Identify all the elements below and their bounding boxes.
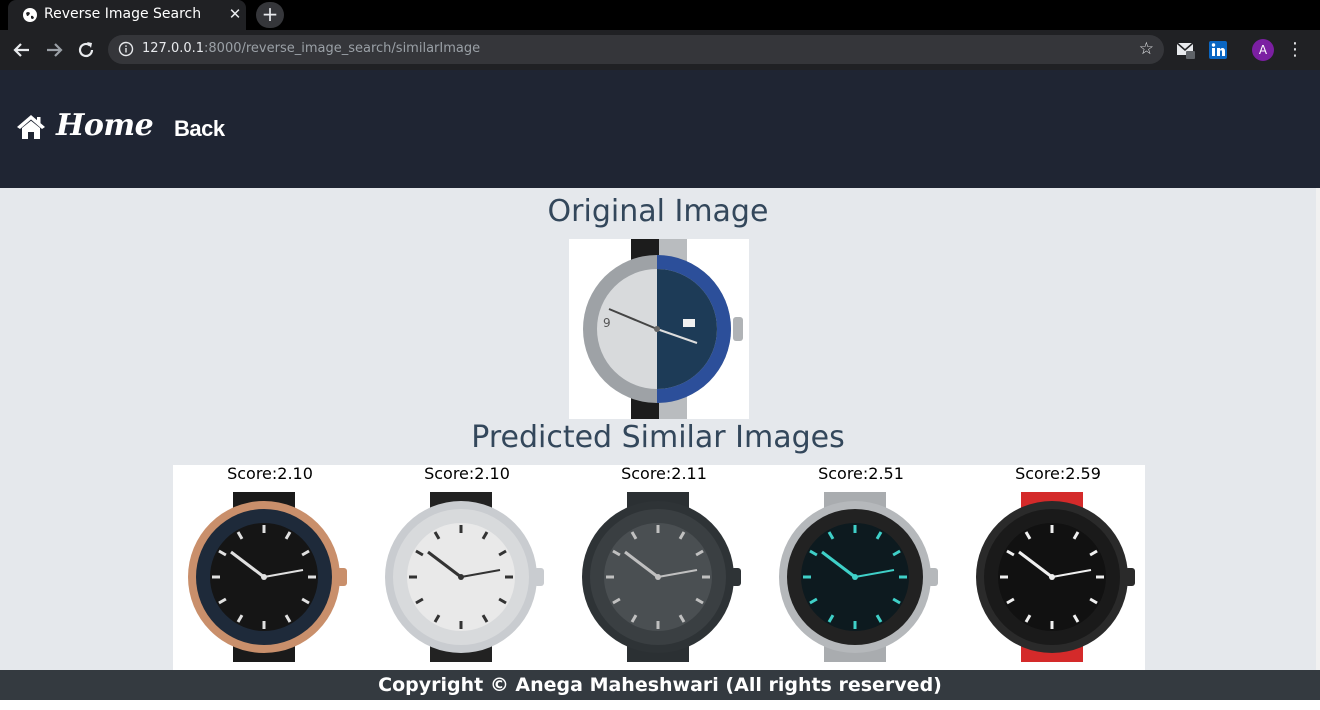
globe-icon [23,8,37,22]
result-card: Score:2.51 [764,465,958,670]
close-tab-icon[interactable]: ✕ [226,5,244,23]
similarity-score: Score:2.51 [818,464,904,483]
back-arrow-icon[interactable] [10,38,34,62]
profile-avatar[interactable]: A [1252,39,1274,61]
reload-icon[interactable] [74,38,98,62]
bookmark-star-icon[interactable]: ☆ [1139,39,1154,59]
url-text: 127.0.0.1:8000/reverse_image_search/simi… [142,41,480,56]
home-icon [17,115,45,139]
original-image-heading: Original Image [547,194,769,229]
bottom-blank [0,700,1320,710]
site-navbar: Home Back [0,70,1320,188]
similarity-score: Score:2.11 [621,464,707,483]
similar-watch-image [188,492,347,662]
similar-watch-image [976,492,1135,662]
similarity-score: Score:2.10 [424,464,510,483]
similarity-score: Score:2.59 [1015,464,1101,483]
menu-kebab-icon[interactable]: ⋮ [1286,39,1304,61]
predicted-images-heading: Predicted Similar Images [471,420,845,455]
home-label: Home [56,108,154,143]
result-card: Score:2.59 [961,465,1155,670]
linkedin-extension-icon[interactable] [1208,40,1228,60]
original-watch-image: 9 [569,239,749,419]
forward-arrow-icon[interactable] [42,38,66,62]
result-card: Score:2.11 [567,465,761,670]
browser-toolbar: 127.0.0.1:8000/reverse_image_search/simi… [0,30,1320,70]
browser-tab[interactable]: Reverse Image Search ✕ [8,0,246,30]
address-bar[interactable]: 127.0.0.1:8000/reverse_image_search/simi… [108,35,1164,64]
mail-extension-icon[interactable] [1176,40,1196,60]
scrollbar[interactable] [1316,188,1320,700]
results-grid: Score:2.10 Score:2.10 Score:2.11 Score:2.51… [173,465,1145,670]
tab-title: Reverse Image Search [44,6,202,22]
footer-copyright: Copyright © Anega Maheshwari (All rights… [0,670,1320,700]
site-info-icon[interactable] [118,41,134,57]
result-card: Score:2.10 [173,465,367,670]
main-content: Original Image 9 Predicted Similar Image… [0,188,1316,670]
similar-watch-image [779,492,938,662]
url-path: :8000/reverse_image_search/similarImage [204,41,481,56]
result-card: Score:2.10 [370,465,564,670]
browser-tab-strip: Reverse Image Search ✕ + [0,0,1320,30]
url-host: 127.0.0.1 [142,41,205,56]
back-link[interactable]: Back [174,116,225,142]
svg-text:9: 9 [603,316,611,330]
similarity-score: Score:2.10 [227,464,313,483]
similar-watch-image [582,492,741,662]
similar-watch-image [385,492,544,662]
new-tab-button[interactable]: + [256,2,284,28]
